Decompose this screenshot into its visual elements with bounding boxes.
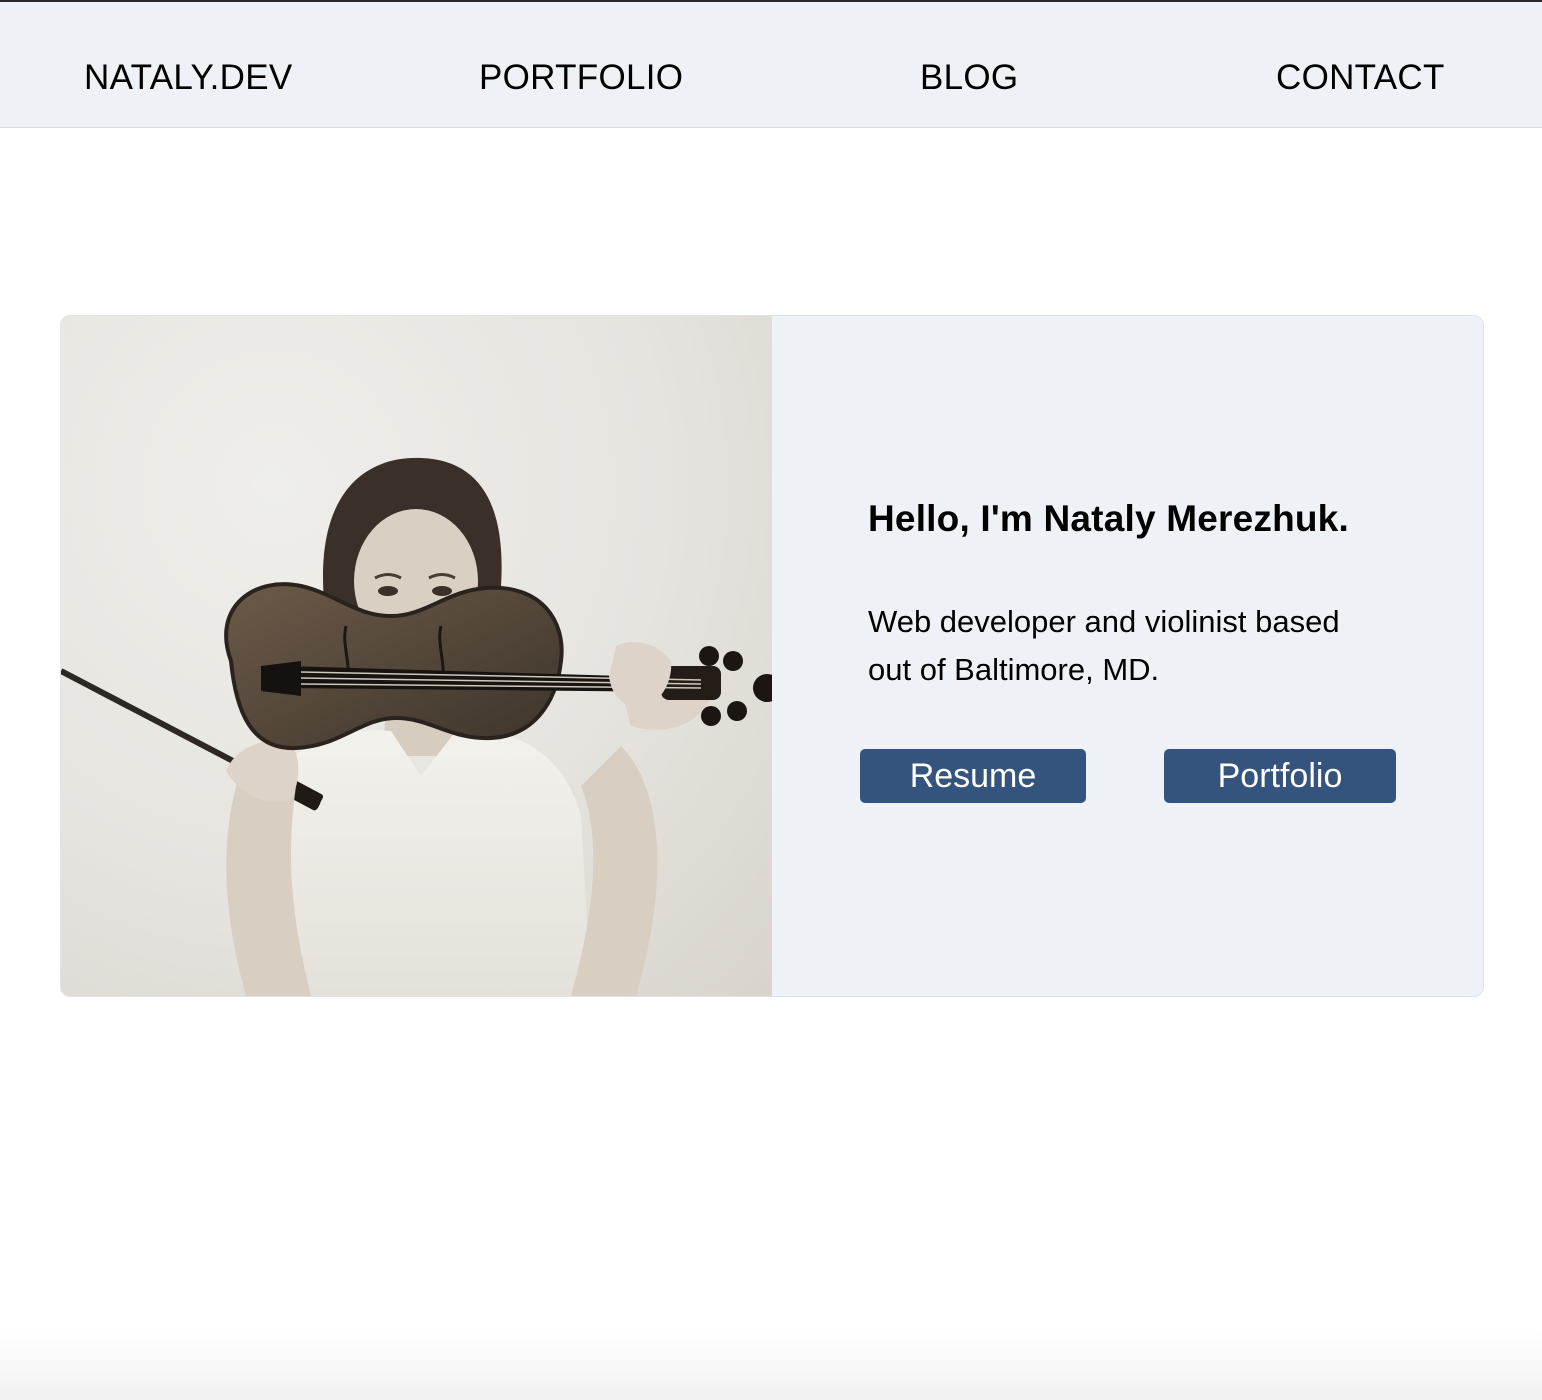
top-navbar: NATALY.DEV PORTFOLIO BLOG CONTACT (0, 2, 1542, 128)
resume-button[interactable]: Resume (860, 749, 1086, 803)
portfolio-button[interactable]: Portfolio (1164, 749, 1396, 803)
hero-text-panel: Hello, I'm Nataly Merezhuk. Web develope… (772, 316, 1483, 996)
hero-card: Hello, I'm Nataly Merezhuk. Web develope… (60, 315, 1484, 997)
nav-brand-link[interactable]: NATALY.DEV (84, 58, 293, 98)
nav-link-contact[interactable]: CONTACT (1276, 58, 1445, 98)
nav-link-blog[interactable]: BLOG (920, 58, 1018, 98)
hero-heading: Hello, I'm Nataly Merezhuk. (868, 498, 1349, 539)
hero-photo (61, 316, 772, 996)
nav-link-portfolio[interactable]: PORTFOLIO (479, 58, 683, 98)
hero-description: Web developer and violinist based out of… (868, 604, 1340, 687)
violinist-photo-illustration (61, 457, 772, 996)
bottom-fade (0, 1330, 1542, 1400)
